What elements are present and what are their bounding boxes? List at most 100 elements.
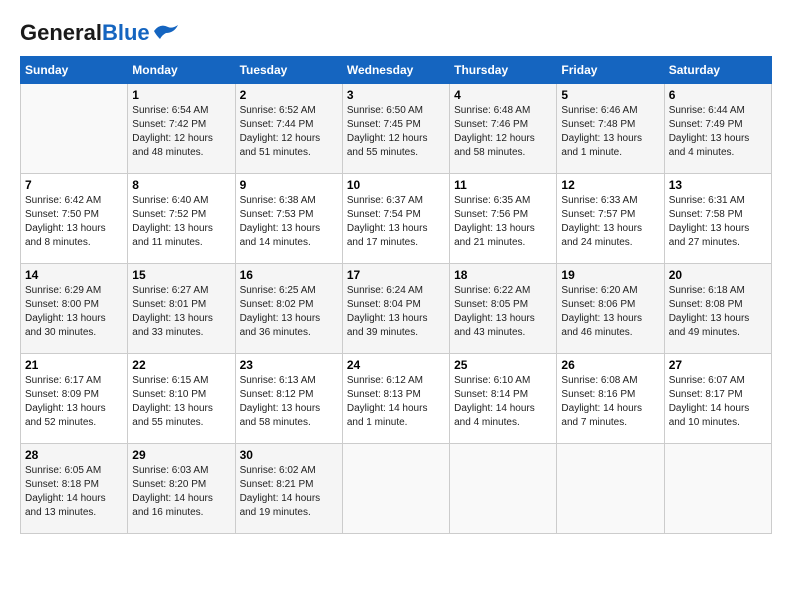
day-cell-3: 3 Sunrise: 6:50 AM Sunset: 7:45 PM Dayli… (342, 84, 449, 174)
day-number: 2 (240, 88, 338, 102)
day-header-monday: Monday (128, 57, 235, 84)
day-info: Sunrise: 6:24 AM Sunset: 8:04 PM Dayligh… (347, 284, 445, 340)
day-info: Sunrise: 6:29 AM Sunset: 8:00 PM Dayligh… (25, 284, 123, 340)
day-cell-26: 26 Sunrise: 6:08 AM Sunset: 8:16 PM Dayl… (557, 354, 664, 444)
day-number: 13 (669, 178, 767, 192)
day-cell-5: 5 Sunrise: 6:46 AM Sunset: 7:48 PM Dayli… (557, 84, 664, 174)
empty-cell (342, 444, 449, 534)
day-info: Sunrise: 6:40 AM Sunset: 7:52 PM Dayligh… (132, 194, 230, 250)
day-cell-27: 27 Sunrise: 6:07 AM Sunset: 8:17 PM Dayl… (664, 354, 771, 444)
day-info: Sunrise: 6:54 AM Sunset: 7:42 PM Dayligh… (132, 104, 230, 160)
day-number: 15 (132, 268, 230, 282)
day-number: 29 (132, 448, 230, 462)
logo: GeneralBlue (20, 20, 180, 46)
day-number: 16 (240, 268, 338, 282)
empty-cell (21, 84, 128, 174)
day-number: 1 (132, 88, 230, 102)
day-info: Sunrise: 6:44 AM Sunset: 7:49 PM Dayligh… (669, 104, 767, 160)
day-cell-14: 14 Sunrise: 6:29 AM Sunset: 8:00 PM Dayl… (21, 264, 128, 354)
day-cell-30: 30 Sunrise: 6:02 AM Sunset: 8:21 PM Dayl… (235, 444, 342, 534)
day-info: Sunrise: 6:22 AM Sunset: 8:05 PM Dayligh… (454, 284, 552, 340)
day-cell-20: 20 Sunrise: 6:18 AM Sunset: 8:08 PM Dayl… (664, 264, 771, 354)
day-header-wednesday: Wednesday (342, 57, 449, 84)
day-cell-22: 22 Sunrise: 6:15 AM Sunset: 8:10 PM Dayl… (128, 354, 235, 444)
day-info: Sunrise: 6:13 AM Sunset: 8:12 PM Dayligh… (240, 374, 338, 430)
page-header: GeneralBlue (20, 20, 772, 46)
day-number: 6 (669, 88, 767, 102)
day-number: 9 (240, 178, 338, 192)
day-number: 20 (669, 268, 767, 282)
empty-cell (664, 444, 771, 534)
logo-bird-icon (152, 21, 180, 46)
day-cell-2: 2 Sunrise: 6:52 AM Sunset: 7:44 PM Dayli… (235, 84, 342, 174)
day-cell-10: 10 Sunrise: 6:37 AM Sunset: 7:54 PM Dayl… (342, 174, 449, 264)
empty-cell (450, 444, 557, 534)
day-info: Sunrise: 6:33 AM Sunset: 7:57 PM Dayligh… (561, 194, 659, 250)
day-info: Sunrise: 6:20 AM Sunset: 8:06 PM Dayligh… (561, 284, 659, 340)
day-info: Sunrise: 6:35 AM Sunset: 7:56 PM Dayligh… (454, 194, 552, 250)
day-number: 4 (454, 88, 552, 102)
day-cell-1: 1 Sunrise: 6:54 AM Sunset: 7:42 PM Dayli… (128, 84, 235, 174)
calendar-table: SundayMondayTuesdayWednesdayThursdayFrid… (20, 56, 772, 534)
day-number: 8 (132, 178, 230, 192)
day-info: Sunrise: 6:38 AM Sunset: 7:53 PM Dayligh… (240, 194, 338, 250)
week-row-3: 14 Sunrise: 6:29 AM Sunset: 8:00 PM Dayl… (21, 264, 772, 354)
day-cell-23: 23 Sunrise: 6:13 AM Sunset: 8:12 PM Dayl… (235, 354, 342, 444)
day-number: 28 (25, 448, 123, 462)
day-info: Sunrise: 6:10 AM Sunset: 8:14 PM Dayligh… (454, 374, 552, 430)
day-info: Sunrise: 6:42 AM Sunset: 7:50 PM Dayligh… (25, 194, 123, 250)
day-cell-4: 4 Sunrise: 6:48 AM Sunset: 7:46 PM Dayli… (450, 84, 557, 174)
day-number: 24 (347, 358, 445, 372)
day-header-sunday: Sunday (21, 57, 128, 84)
day-info: Sunrise: 6:31 AM Sunset: 7:58 PM Dayligh… (669, 194, 767, 250)
week-row-2: 7 Sunrise: 6:42 AM Sunset: 7:50 PM Dayli… (21, 174, 772, 264)
week-row-5: 28 Sunrise: 6:05 AM Sunset: 8:18 PM Dayl… (21, 444, 772, 534)
day-number: 22 (132, 358, 230, 372)
day-info: Sunrise: 6:07 AM Sunset: 8:17 PM Dayligh… (669, 374, 767, 430)
day-info: Sunrise: 6:25 AM Sunset: 8:02 PM Dayligh… (240, 284, 338, 340)
day-number: 27 (669, 358, 767, 372)
day-cell-19: 19 Sunrise: 6:20 AM Sunset: 8:06 PM Dayl… (557, 264, 664, 354)
day-cell-6: 6 Sunrise: 6:44 AM Sunset: 7:49 PM Dayli… (664, 84, 771, 174)
day-cell-25: 25 Sunrise: 6:10 AM Sunset: 8:14 PM Dayl… (450, 354, 557, 444)
day-number: 5 (561, 88, 659, 102)
day-cell-28: 28 Sunrise: 6:05 AM Sunset: 8:18 PM Dayl… (21, 444, 128, 534)
day-info: Sunrise: 6:02 AM Sunset: 8:21 PM Dayligh… (240, 464, 338, 520)
day-header-saturday: Saturday (664, 57, 771, 84)
week-row-1: 1 Sunrise: 6:54 AM Sunset: 7:42 PM Dayli… (21, 84, 772, 174)
day-number: 3 (347, 88, 445, 102)
day-info: Sunrise: 6:50 AM Sunset: 7:45 PM Dayligh… (347, 104, 445, 160)
day-number: 14 (25, 268, 123, 282)
empty-cell (557, 444, 664, 534)
day-info: Sunrise: 6:08 AM Sunset: 8:16 PM Dayligh… (561, 374, 659, 430)
day-cell-13: 13 Sunrise: 6:31 AM Sunset: 7:58 PM Dayl… (664, 174, 771, 264)
day-info: Sunrise: 6:52 AM Sunset: 7:44 PM Dayligh… (240, 104, 338, 160)
day-cell-29: 29 Sunrise: 6:03 AM Sunset: 8:20 PM Dayl… (128, 444, 235, 534)
day-info: Sunrise: 6:18 AM Sunset: 8:08 PM Dayligh… (669, 284, 767, 340)
day-cell-11: 11 Sunrise: 6:35 AM Sunset: 7:56 PM Dayl… (450, 174, 557, 264)
day-info: Sunrise: 6:15 AM Sunset: 8:10 PM Dayligh… (132, 374, 230, 430)
logo-text: GeneralBlue (20, 20, 150, 46)
day-number: 25 (454, 358, 552, 372)
day-info: Sunrise: 6:12 AM Sunset: 8:13 PM Dayligh… (347, 374, 445, 430)
day-cell-8: 8 Sunrise: 6:40 AM Sunset: 7:52 PM Dayli… (128, 174, 235, 264)
day-cell-16: 16 Sunrise: 6:25 AM Sunset: 8:02 PM Dayl… (235, 264, 342, 354)
day-header-tuesday: Tuesday (235, 57, 342, 84)
day-info: Sunrise: 6:37 AM Sunset: 7:54 PM Dayligh… (347, 194, 445, 250)
day-header-thursday: Thursday (450, 57, 557, 84)
day-info: Sunrise: 6:48 AM Sunset: 7:46 PM Dayligh… (454, 104, 552, 160)
day-cell-17: 17 Sunrise: 6:24 AM Sunset: 8:04 PM Dayl… (342, 264, 449, 354)
day-number: 26 (561, 358, 659, 372)
day-number: 30 (240, 448, 338, 462)
day-info: Sunrise: 6:05 AM Sunset: 8:18 PM Dayligh… (25, 464, 123, 520)
day-info: Sunrise: 6:03 AM Sunset: 8:20 PM Dayligh… (132, 464, 230, 520)
day-cell-24: 24 Sunrise: 6:12 AM Sunset: 8:13 PM Dayl… (342, 354, 449, 444)
day-cell-12: 12 Sunrise: 6:33 AM Sunset: 7:57 PM Dayl… (557, 174, 664, 264)
day-number: 19 (561, 268, 659, 282)
day-number: 23 (240, 358, 338, 372)
day-info: Sunrise: 6:46 AM Sunset: 7:48 PM Dayligh… (561, 104, 659, 160)
day-cell-18: 18 Sunrise: 6:22 AM Sunset: 8:05 PM Dayl… (450, 264, 557, 354)
day-number: 7 (25, 178, 123, 192)
day-header-friday: Friday (557, 57, 664, 84)
day-cell-7: 7 Sunrise: 6:42 AM Sunset: 7:50 PM Dayli… (21, 174, 128, 264)
